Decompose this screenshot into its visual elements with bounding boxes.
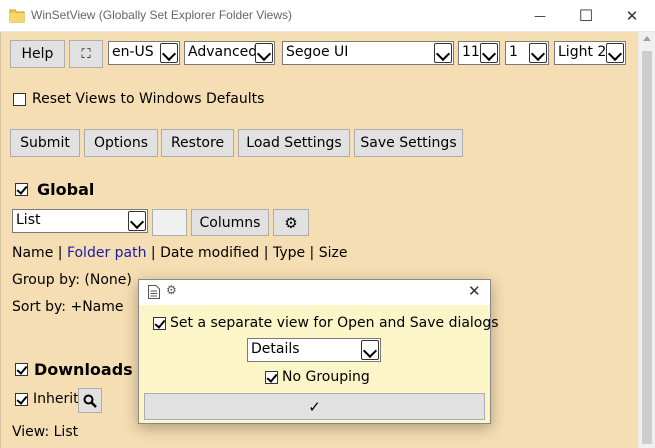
inherit-search-button[interactable] (78, 388, 102, 413)
global-checkbox[interactable] (15, 183, 28, 196)
minimize-icon: — (534, 8, 546, 23)
font-value: Segoe UI (286, 44, 349, 60)
inherit-label: Inherit (33, 391, 79, 407)
font-size-value: 11 (462, 44, 480, 60)
document-icon (148, 285, 160, 299)
global-settings-button[interactable]: ⚙ (273, 209, 309, 236)
column-separator: | (53, 245, 67, 261)
separate-view-checkbox[interactable] (153, 317, 166, 330)
submit-button[interactable]: Submit (10, 129, 80, 157)
font-size-select[interactable]: 11 (458, 41, 500, 65)
column-separator: | (259, 245, 273, 261)
maximize-button[interactable]: ☐ (563, 0, 609, 31)
gear-icon: ⚙ (284, 213, 298, 232)
column-name: Name (12, 245, 54, 261)
chevron-down-icon[interactable] (128, 211, 146, 231)
column-type: Type (272, 245, 306, 261)
sort-by-text: Sort by: +Name (12, 299, 124, 315)
view-preview-box (152, 209, 187, 236)
reset-views-checkbox[interactable] (13, 93, 26, 106)
language-select[interactable]: en-US (108, 41, 180, 65)
chevron-down-icon[interactable] (606, 43, 624, 63)
scrollbar-thumb[interactable] (642, 51, 652, 444)
column-folder-path-link[interactable]: Folder path (67, 245, 147, 261)
gear-icon: ⚙ (166, 283, 177, 297)
app-folder-icon (9, 9, 25, 23)
dialog-title-bar: ⚙ ✕ (139, 280, 490, 305)
downloads-view-text: View: List (12, 424, 79, 440)
dialog-view-value: Details (251, 341, 300, 357)
scroll-up-icon[interactable] (643, 36, 651, 41)
dialog-body: Set a separate view for Open and Save di… (139, 305, 499, 423)
search-icon (83, 394, 97, 408)
title-bar: WinSetView (Globally Set Explorer Folder… (0, 0, 655, 32)
close-icon: ✕ (625, 6, 639, 25)
minimize-button[interactable]: — (517, 0, 563, 31)
vertical-scrollbar[interactable] (638, 32, 655, 448)
chevron-down-icon[interactable] (255, 43, 273, 63)
column-separator: | (305, 245, 319, 261)
fullscreen-button[interactable]: ⛶ (69, 40, 103, 68)
no-grouping-checkbox[interactable] (265, 371, 278, 384)
mode-select[interactable]: Advanced (184, 41, 275, 65)
language-value: en-US (112, 44, 154, 60)
reset-views-label: Reset Views to Windows Defaults (32, 91, 265, 107)
window-title: WinSetView (Globally Set Explorer Folder… (31, 8, 292, 22)
global-view-value: List (16, 212, 41, 228)
downloads-checkbox[interactable] (15, 363, 28, 376)
spacing-value: 1 (509, 44, 518, 60)
column-list: Name | Folder path | Date modified | Typ… (12, 245, 347, 261)
chevron-down-icon[interactable] (434, 43, 452, 63)
column-size: Size (318, 245, 348, 261)
help-button[interactable]: Help (10, 40, 65, 68)
dialog-view-select[interactable]: Details (247, 338, 381, 362)
chevron-down-icon[interactable] (480, 43, 498, 63)
font-select[interactable]: Segoe UI (282, 41, 454, 65)
dialog-close-icon[interactable]: ✕ (468, 282, 481, 300)
dialog-ok-button[interactable]: ✓ (144, 393, 485, 420)
chevron-down-icon[interactable] (160, 43, 178, 63)
chevron-down-icon[interactable] (529, 43, 547, 63)
group-by-text: Group by: (None) (12, 272, 132, 288)
theme-select[interactable]: Light 2 (554, 41, 626, 65)
downloads-heading: Downloads (34, 360, 133, 379)
options-button[interactable]: Options (84, 129, 158, 157)
restore-button[interactable]: Restore (161, 129, 234, 157)
mode-value: Advanced (188, 44, 258, 60)
close-button[interactable]: ✕ (609, 0, 655, 31)
global-view-select[interactable]: List (12, 209, 148, 233)
load-settings-button[interactable]: Load Settings (238, 129, 350, 157)
checkmark-icon: ✓ (308, 397, 321, 416)
separate-view-label: Set a separate view for Open and Save di… (170, 315, 499, 331)
save-settings-button[interactable]: Save Settings (354, 129, 463, 157)
column-separator: | (146, 245, 161, 261)
columns-button[interactable]: Columns (191, 209, 269, 236)
column-date-modified: Date modified (160, 245, 260, 261)
fullscreen-icon: ⛶ (81, 46, 91, 62)
no-grouping-label: No Grouping (282, 369, 370, 385)
maximize-icon: ☐ (578, 6, 594, 25)
spacing-select[interactable]: 1 (505, 41, 549, 65)
chevron-down-icon[interactable] (361, 340, 379, 360)
file-dialog-options-popup: ⚙ ✕ Set a separate view for Open and Sav… (138, 279, 499, 424)
global-heading: Global (37, 180, 95, 199)
inherit-checkbox[interactable] (15, 393, 28, 406)
theme-value: Light 2 (558, 44, 607, 60)
